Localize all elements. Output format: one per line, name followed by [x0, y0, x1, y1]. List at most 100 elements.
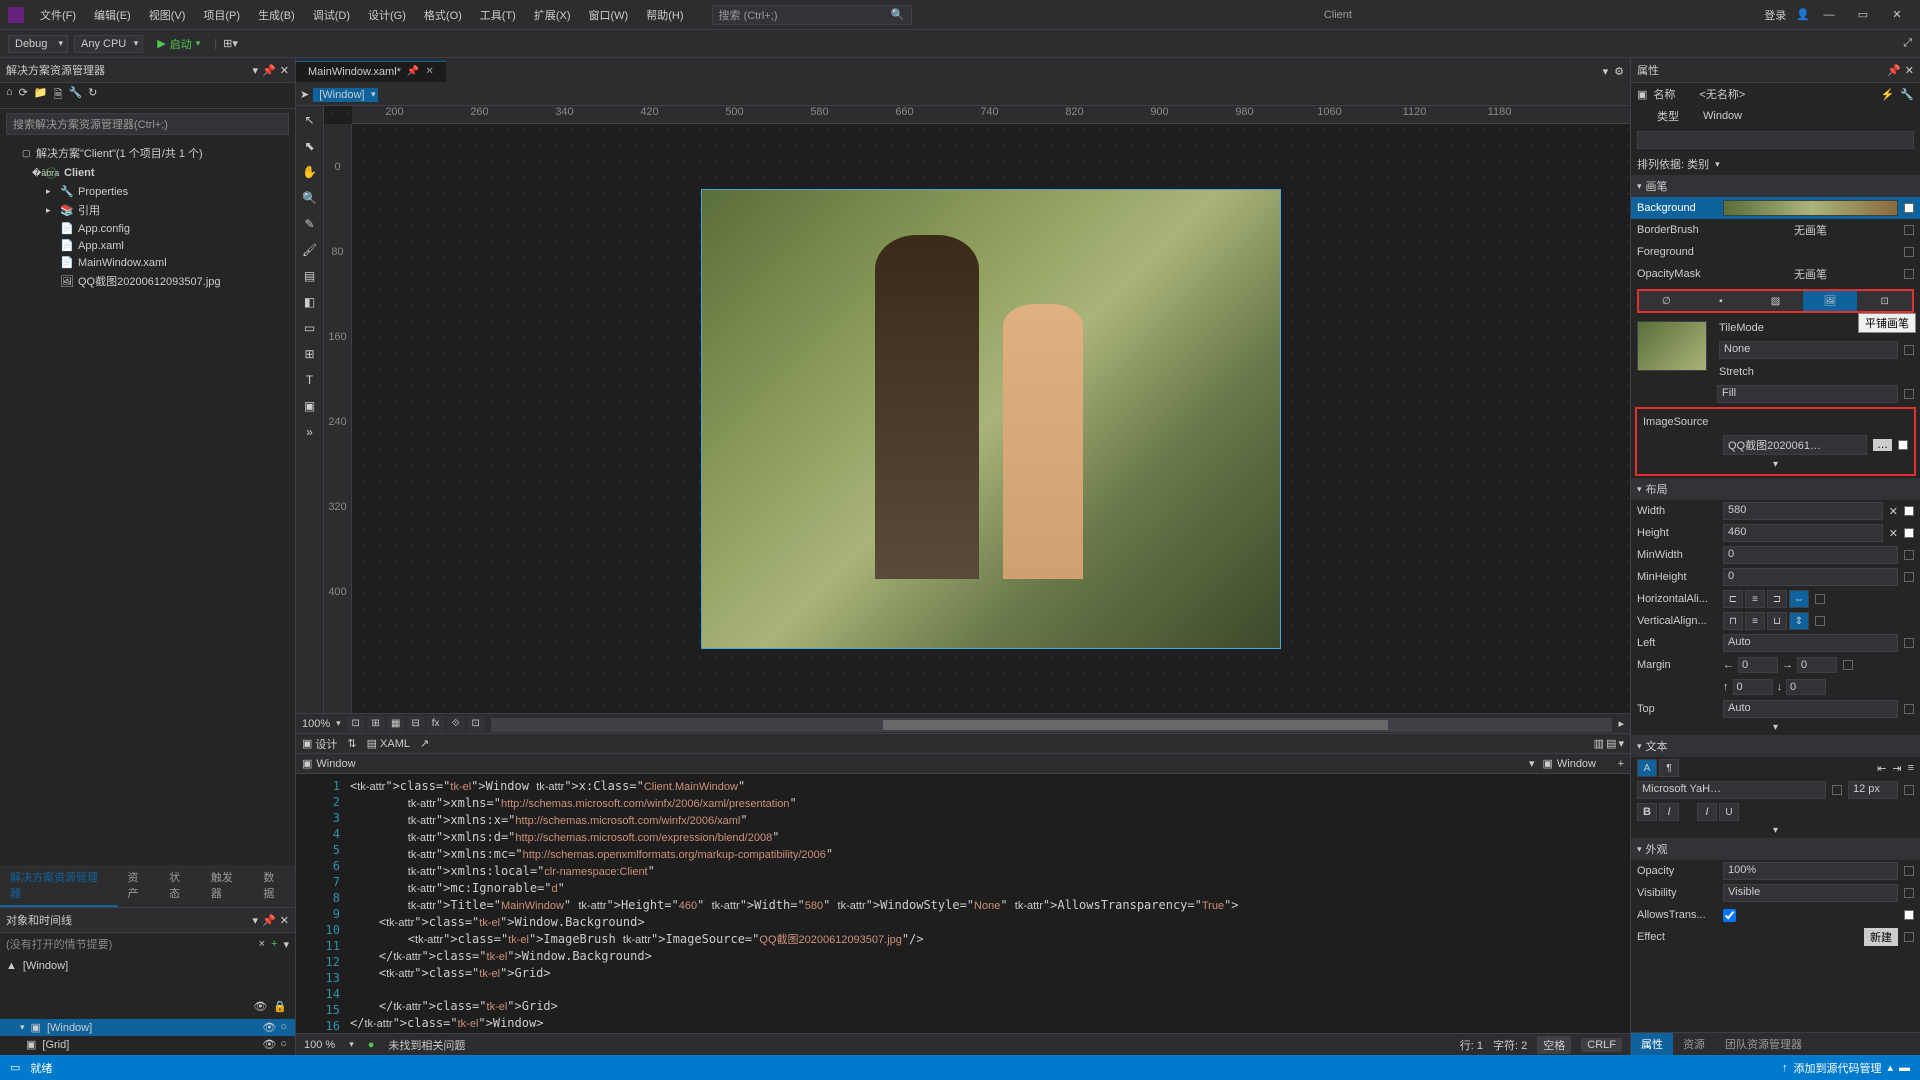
- user-icon[interactable]: 👤: [1796, 8, 1810, 21]
- imagesource-value[interactable]: QQ截图2020061…: [1723, 435, 1867, 455]
- align-stretch-button[interactable]: ⇔: [1789, 590, 1809, 608]
- minimize-button[interactable]: —: [1814, 5, 1844, 25]
- clear-icon[interactable]: ✕: [1889, 505, 1898, 518]
- zoom-dropdown-icon[interactable]: ▾: [349, 1039, 354, 1050]
- underline-button[interactable]: U: [1719, 803, 1739, 821]
- toolbar-extra-icon[interactable]: ⊞▾: [223, 37, 238, 50]
- minwidth-input[interactable]: 0: [1723, 546, 1898, 564]
- pin-icon[interactable]: 📌: [1887, 64, 1901, 77]
- indent-dec-icon[interactable]: ⇤: [1877, 762, 1886, 775]
- menu-b[interactable]: 生成(B): [250, 3, 303, 27]
- pin-tab-icon[interactable]: 📌: [407, 66, 419, 77]
- properties-tab[interactable]: 属性: [1631, 1033, 1673, 1055]
- show-all-icon[interactable]: 🗎: [54, 86, 63, 105]
- solution-item[interactable]: ▸📚引用: [2, 200, 293, 220]
- marker-icon[interactable]: [1904, 247, 1914, 257]
- solution-tab[interactable]: 状态: [159, 865, 201, 907]
- layout-tool-icon[interactable]: ⊞: [300, 344, 320, 364]
- menu-h[interactable]: 帮助(H): [638, 3, 691, 27]
- output-icon[interactable]: ▭: [10, 1061, 20, 1074]
- list-icon[interactable]: ≡: [1908, 762, 1914, 774]
- expand-icon[interactable]: ▸: [46, 186, 56, 197]
- margin-left-input[interactable]: 0: [1738, 657, 1778, 673]
- no-brush-tab[interactable]: ∅: [1639, 291, 1694, 311]
- controls-tool-icon[interactable]: »: [300, 422, 320, 442]
- more-icon[interactable]: ▸: [1618, 717, 1624, 730]
- marker-icon[interactable]: [1904, 910, 1914, 920]
- close-icon[interactable]: ✕: [280, 914, 289, 927]
- home-icon[interactable]: ⌂: [6, 86, 13, 105]
- margin-bottom-input[interactable]: 0: [1786, 679, 1826, 695]
- imagesource-value-row[interactable]: QQ截图2020061… …: [1637, 433, 1914, 457]
- clear-icon[interactable]: ✕: [1889, 527, 1898, 540]
- collapse-icon[interactable]: 📁: [34, 86, 48, 105]
- fontsize-combo[interactable]: 12 px: [1848, 781, 1898, 799]
- menu-w[interactable]: 窗口(W): [581, 3, 637, 27]
- stretch-value-row[interactable]: Fill: [1631, 383, 1920, 405]
- indent-mode[interactable]: 空格: [1537, 1036, 1571, 1054]
- xaml-member-combo[interactable]: ▣Window: [1542, 757, 1596, 770]
- brush-property-row[interactable]: OpacityMask无画笔: [1631, 263, 1920, 285]
- paragraph-tab[interactable]: ¶: [1659, 759, 1679, 777]
- menu-e[interactable]: 编辑(E): [86, 3, 139, 27]
- marker-icon[interactable]: [1904, 932, 1914, 942]
- margin-top-input[interactable]: 0: [1733, 679, 1773, 695]
- marker-icon[interactable]: [1904, 345, 1914, 355]
- pointer-tool-icon[interactable]: ➤: [300, 88, 309, 101]
- marker-icon[interactable]: [1904, 888, 1914, 898]
- toolbar-overflow-icon[interactable]: ⤢: [1903, 37, 1912, 50]
- pan-tool-icon[interactable]: ✋: [300, 162, 320, 182]
- design-surface[interactable]: [352, 124, 1630, 713]
- expand-layout-icon[interactable]: ▾: [1631, 720, 1920, 735]
- grid2-icon[interactable]: ▦: [387, 716, 405, 732]
- marker-icon[interactable]: [1904, 528, 1914, 538]
- allowstrans-checkbox[interactable]: [1723, 909, 1736, 922]
- source-control-icon[interactable]: ↑: [1782, 1062, 1788, 1074]
- dropdown-icon[interactable]: ▾: [253, 64, 259, 77]
- brush-tool-icon[interactable]: 🖌: [300, 240, 320, 260]
- sort-by-row[interactable]: 排列依据: 类别 ▾: [1631, 153, 1920, 175]
- appearance-group-header[interactable]: ▾外观: [1631, 838, 1920, 860]
- sync-icon[interactable]: ⟳: [19, 86, 28, 105]
- text-group-header[interactable]: ▾文本: [1631, 735, 1920, 757]
- wrench-icon[interactable]: 🔧: [1900, 88, 1914, 101]
- lock-icon[interactable]: 🔒: [273, 1000, 287, 1013]
- events-icon[interactable]: ⚡: [1881, 88, 1895, 101]
- close-icon[interactable]: ✕: [1905, 64, 1914, 77]
- brush-property-row[interactable]: Foreground: [1631, 241, 1920, 263]
- expand-text-icon[interactable]: ▾: [1631, 823, 1920, 838]
- grid-icon[interactable]: ⊞: [367, 716, 385, 732]
- text-tool-icon[interactable]: T: [300, 370, 320, 390]
- swap-views-button[interactable]: ⇅: [347, 737, 356, 750]
- collapse-icon[interactable]: ▢: [22, 148, 32, 159]
- direct-select-tool-icon[interactable]: ⬉: [300, 136, 320, 156]
- solution-item[interactable]: 📄MainWindow.xaml: [2, 254, 293, 271]
- solution-item[interactable]: ▸🔧Properties: [2, 183, 293, 200]
- tab-dropdown-icon[interactable]: ▾: [1603, 65, 1609, 78]
- italic2-button[interactable]: I: [1697, 803, 1717, 821]
- properties-tab[interactable]: 资源: [1673, 1033, 1715, 1055]
- properties-icon[interactable]: 🔧: [68, 86, 82, 105]
- split-v-icon[interactable]: ▤: [1606, 737, 1616, 750]
- solid-brush-tab[interactable]: ▪: [1694, 291, 1749, 311]
- xaml-code-editor[interactable]: 12345678910111213141516 <tk-attr">class=…: [296, 773, 1630, 1033]
- browse-button[interactable]: …: [1873, 439, 1892, 451]
- button-tool-icon[interactable]: ▣: [300, 396, 320, 416]
- maximize-button[interactable]: ▭: [1848, 5, 1878, 25]
- code-zoom[interactable]: 100 %: [304, 1039, 335, 1051]
- name-value[interactable]: <无名称>: [1699, 86, 1874, 102]
- refresh-icon[interactable]: ↻: [88, 86, 97, 105]
- marker-icon[interactable]: [1904, 866, 1914, 876]
- marker-icon[interactable]: [1904, 550, 1914, 560]
- marker-icon[interactable]: [1904, 572, 1914, 582]
- marker-icon[interactable]: [1815, 616, 1825, 626]
- document-tab[interactable]: MainWindow.xaml* 📌 ✕: [296, 61, 446, 82]
- up-arrow-icon[interactable]: ▲: [6, 960, 17, 972]
- start-debug-button[interactable]: ▶ 启动 ▾: [149, 34, 208, 54]
- font-combo[interactable]: Microsoft YaH…: [1637, 781, 1826, 799]
- width-input[interactable]: 580: [1723, 502, 1883, 520]
- layout-group-header[interactable]: ▾布局: [1631, 478, 1920, 500]
- solution-root[interactable]: ▢解决方案"Client"(1 个项目/共 1 个): [2, 143, 293, 163]
- solution-tab[interactable]: 解决方案资源管理器: [0, 865, 118, 907]
- new-effect-button[interactable]: 新建: [1864, 928, 1898, 946]
